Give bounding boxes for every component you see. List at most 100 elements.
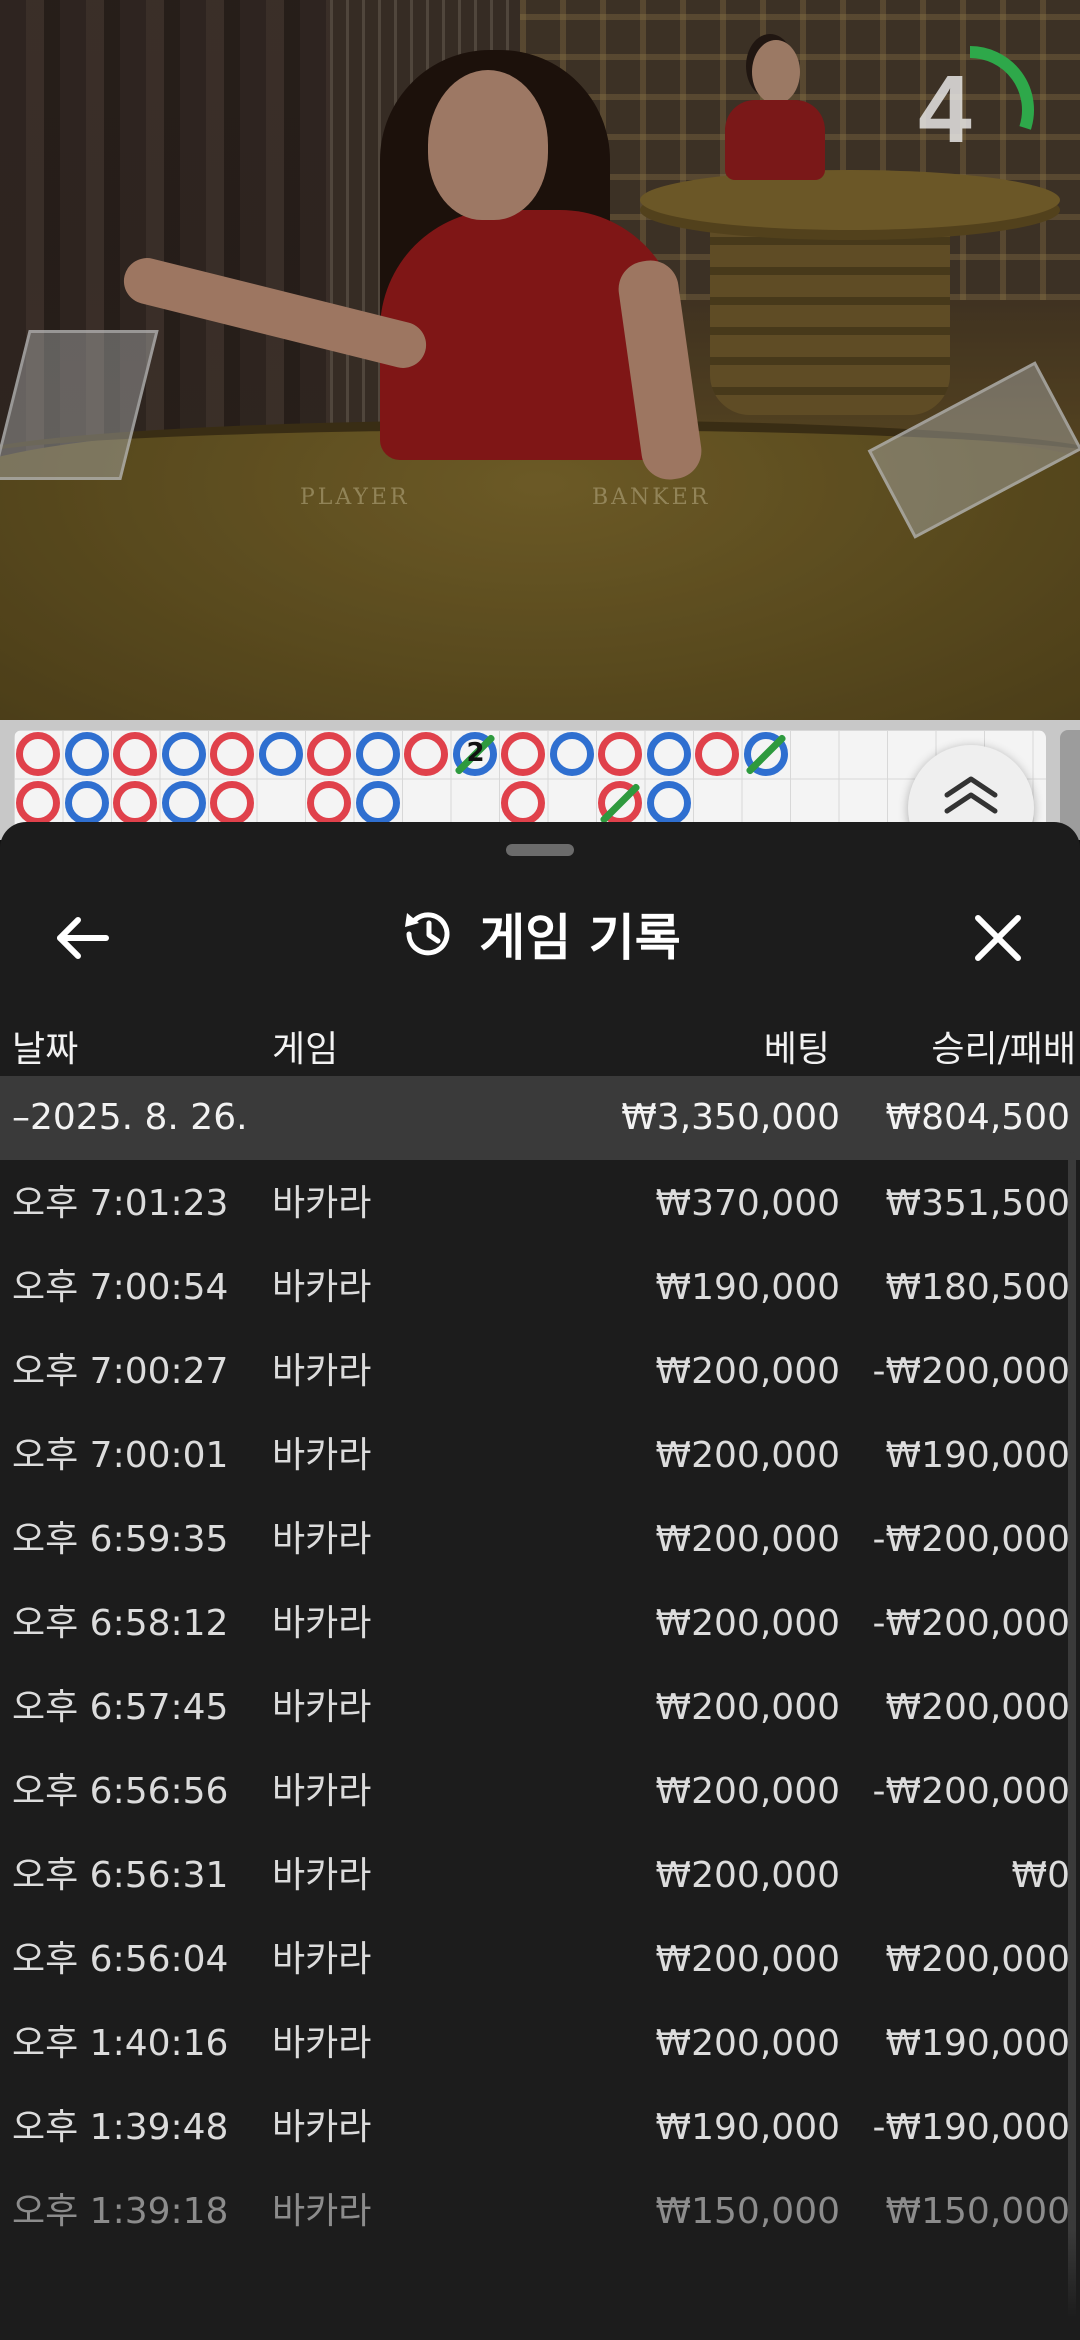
row-bet: ₩370,000: [655, 1183, 840, 1224]
history-clock-icon: [405, 912, 450, 956]
player-bead: [64, 732, 109, 776]
row-bet: ₩190,000: [655, 1267, 840, 1308]
day-summary-row[interactable]: –2025. 8. 26. ₩3,350,000 ₩804,500: [0, 1076, 1080, 1160]
back-button[interactable]: [50, 908, 114, 968]
player-bead: [355, 780, 400, 825]
banker-bead: [210, 732, 254, 776]
row-bet: ₩190,000: [655, 2107, 840, 2148]
history-row[interactable]: 오후 7:00:27 바카라 ₩200,000 -₩200,000: [0, 1330, 1080, 1414]
history-row[interactable]: 오후 6:58:12 바카라 ₩200,000 -₩200,000: [0, 1582, 1080, 1666]
history-list: 오후 7:01:23 바카라 ₩370,000 ₩351,500 오후 7:00:54 바…: [0, 1162, 1080, 2254]
close-icon: [975, 915, 1021, 961]
row-bet: ₩200,000: [655, 1519, 840, 1560]
player-bead: [161, 780, 206, 825]
tie-counter: 2: [466, 738, 485, 768]
chevron-up-double-icon: [944, 776, 998, 814]
row-bet: ₩200,000: [655, 1855, 840, 1896]
arrow-left-icon: [57, 917, 109, 959]
player-bead: [64, 780, 109, 825]
row-game: 바카라: [272, 1519, 372, 1560]
history-row[interactable]: 오후 7:01:23 바카라 ₩370,000 ₩351,500: [0, 1162, 1080, 1246]
sheet-header: 게임 기록: [0, 872, 1080, 996]
row-win-loss: -₩200,000: [872, 1351, 1070, 1392]
history-row[interactable]: 오후 6:56:31 바카라 ₩200,000 ₩0: [0, 1834, 1080, 1918]
row-win-loss: ₩200,000: [885, 1687, 1070, 1728]
history-row[interactable]: 오후 7:00:54 바카라 ₩190,000 ₩180,500: [0, 1246, 1080, 1330]
row-bet: ₩200,000: [655, 2023, 840, 2064]
history-row[interactable]: 오후 6:59:35 바카라 ₩200,000 -₩200,000: [0, 1498, 1080, 1582]
row-bet: ₩200,000: [655, 1435, 840, 1476]
banker-bead: [307, 780, 351, 825]
row-win-loss: -₩190,000: [872, 2107, 1070, 2148]
column-header-date[interactable]: 날짜: [12, 1020, 78, 1072]
row-win-loss: ₩0: [1011, 1855, 1071, 1896]
player-bead: [355, 732, 400, 776]
column-header-win-loss[interactable]: 승리/패배: [931, 1020, 1076, 1072]
sheet-title: 게임 기록: [479, 909, 681, 967]
player-bead: [258, 732, 303, 776]
row-bet: ₩200,000: [655, 1939, 840, 1980]
banker-bead: [16, 780, 60, 825]
row-game: 바카라: [272, 1183, 372, 1224]
row-bet: ₩200,000: [655, 1603, 840, 1644]
history-row[interactable]: 오후 6:56:56 바카라 ₩200,000 -₩200,000: [0, 1750, 1080, 1834]
row-time: 오후 6:56:04: [12, 1939, 229, 1980]
row-game: 바카라: [272, 2023, 372, 2064]
row-game: 바카라: [272, 1267, 372, 1308]
row-game: 바카라: [272, 1771, 372, 1812]
row-time: 오후 6:56:56: [12, 1771, 229, 1812]
row-game: 바카라: [272, 1687, 372, 1728]
row-win-loss: ₩351,500: [885, 1183, 1070, 1224]
column-header-game[interactable]: 게임: [272, 1020, 338, 1072]
banker-bead: [695, 732, 739, 776]
row-win-loss: -₩200,000: [872, 1771, 1070, 1812]
row-bet: ₩200,000: [655, 1687, 840, 1728]
row-time: 오후 7:01:23: [12, 1183, 229, 1224]
row-win-loss: ₩200,000: [885, 1939, 1070, 1980]
row-time: 오후 6:57:45: [12, 1687, 229, 1728]
row-time: 오후 1:39:48: [12, 2107, 229, 2148]
betting-countdown: 4: [900, 40, 1040, 180]
history-row[interactable]: 오후 1:39:48 바카라 ₩190,000 -₩190,000: [0, 2086, 1080, 2170]
table-header: 날짜 게임 베팅 승리/패배: [0, 990, 1080, 1090]
row-time: 오후 7:00:01: [12, 1435, 229, 1476]
banker-bead: [16, 732, 60, 776]
row-time: 오후 1:40:16: [12, 2023, 229, 2064]
banker-bead: [404, 732, 448, 776]
player-bead: [646, 780, 691, 825]
history-row[interactable]: 오후 1:40:16 바카라 ₩200,000 ₩190,000: [0, 2002, 1080, 2086]
column-header-bet[interactable]: 베팅: [764, 1020, 830, 1072]
row-game: 바카라: [272, 1603, 372, 1644]
live-video-feed: PLAYER BANKER 4: [0, 0, 1080, 720]
row-game: 바카라: [272, 1435, 372, 1476]
banker-bead: [210, 780, 254, 825]
row-game: 바카라: [272, 1939, 372, 1980]
row-bet: ₩200,000: [655, 1771, 840, 1812]
title-group: 게임 기록: [0, 872, 1080, 996]
row-win-loss: -₩200,000: [872, 1519, 1070, 1560]
row-win-loss: ₩190,000: [885, 1435, 1070, 1476]
row-win-loss: -₩200,000: [872, 1603, 1070, 1644]
row-game: 바카라: [272, 2107, 372, 2148]
row-game: 바카라: [272, 1855, 372, 1896]
close-button[interactable]: [966, 908, 1030, 968]
row-time: 오후 6:59:35: [12, 1519, 229, 1560]
row-time: 오후 6:56:31: [12, 1855, 229, 1896]
sheet-scrollbar[interactable]: [1068, 1152, 1076, 2340]
list-fade: [0, 2230, 1080, 2340]
player-bead: [646, 732, 691, 776]
row-time: 오후 7:00:27: [12, 1351, 229, 1392]
day-total-bet: ₩3,350,000: [621, 1097, 840, 1138]
history-row[interactable]: 오후 6:57:45 바카라 ₩200,000 ₩200,000: [0, 1666, 1080, 1750]
player-bead: [161, 732, 206, 776]
row-time: 오후 6:58:12: [12, 1603, 229, 1644]
row-win-loss: ₩190,000: [885, 2023, 1070, 2064]
row-time: 오후 7:00:54: [12, 1267, 229, 1308]
banker-bead: [501, 732, 545, 776]
banker-bead: [113, 732, 157, 776]
history-row[interactable]: 오후 7:00:01 바카라 ₩200,000 ₩190,000: [0, 1414, 1080, 1498]
banker-bead: [307, 732, 351, 776]
sheet-drag-handle[interactable]: [506, 844, 574, 856]
banker-bead: [598, 732, 642, 776]
history-row[interactable]: 오후 6:56:04 바카라 ₩200,000 ₩200,000: [0, 1918, 1080, 2002]
